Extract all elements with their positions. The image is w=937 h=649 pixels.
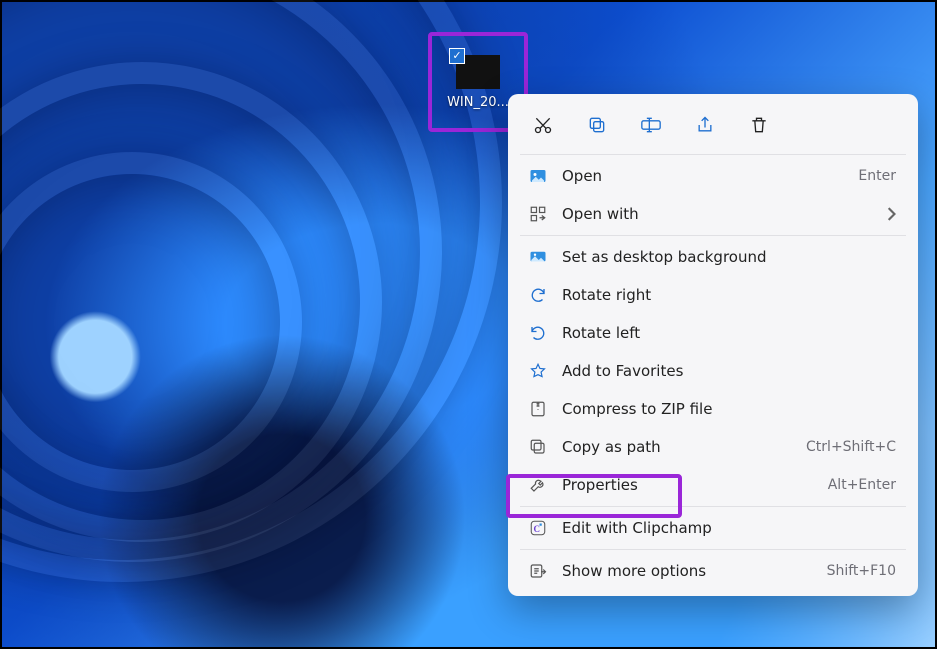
menu-label: Add to Favorites [562,362,683,380]
menu-separator [520,154,906,155]
context-menu-toolbar [512,100,914,152]
menu-label: Open [562,167,602,185]
copy-icon[interactable] [580,108,614,142]
menu-item-copy-path[interactable]: Copy as path Ctrl+Shift+C [512,428,914,466]
menu-shortcut: Ctrl+Shift+C [806,439,896,455]
menu-item-rotate-right[interactable]: Rotate right [512,276,914,314]
rename-icon[interactable] [634,108,668,142]
menu-shortcut: Alt+Enter [828,477,896,493]
menu-item-set-background[interactable]: Set as desktop background [512,238,914,276]
menu-label: Edit with Clipchamp [562,519,712,537]
menu-item-open-with[interactable]: Open with [512,195,914,233]
selection-check-icon: ✓ [449,48,465,64]
open-with-icon [528,204,548,224]
svg-text:C: C [534,524,541,534]
menu-item-show-more[interactable]: Show more options Shift+F10 [512,552,914,590]
cut-icon[interactable] [526,108,560,142]
more-options-icon [528,561,548,581]
menu-separator [520,235,906,236]
rotate-left-icon [528,323,548,343]
menu-label: Set as desktop background [562,248,767,266]
image-icon [528,166,548,186]
file-name-label: WIN_20... [447,95,509,110]
copy-path-icon [528,437,548,457]
delete-icon[interactable] [742,108,776,142]
menu-label: Show more options [562,562,706,580]
menu-label: Compress to ZIP file [562,400,712,418]
menu-item-open[interactable]: Open Enter [512,157,914,195]
zip-icon [528,399,548,419]
menu-label: Copy as path [562,438,661,456]
menu-label: Rotate right [562,286,651,304]
highlight-properties [506,474,682,518]
menu-label: Rotate left [562,324,640,342]
menu-label: Open with [562,205,639,223]
star-icon [528,361,548,381]
file-thumbnail: ✓ [456,55,500,89]
menu-shortcut: Enter [858,168,896,184]
menu-item-add-favorites[interactable]: Add to Favorites [512,352,914,390]
chevron-right-icon [886,207,896,221]
menu-shortcut: Shift+F10 [827,563,896,579]
share-icon[interactable] [688,108,722,142]
menu-item-compress-zip[interactable]: Compress to ZIP file [512,390,914,428]
rotate-right-icon [528,285,548,305]
menu-item-rotate-left[interactable]: Rotate left [512,314,914,352]
desktop-background-icon [528,247,548,267]
menu-separator [520,549,906,550]
context-menu: Open Enter Open with Set as desktop back… [508,94,918,596]
clipchamp-icon: C [528,518,548,538]
